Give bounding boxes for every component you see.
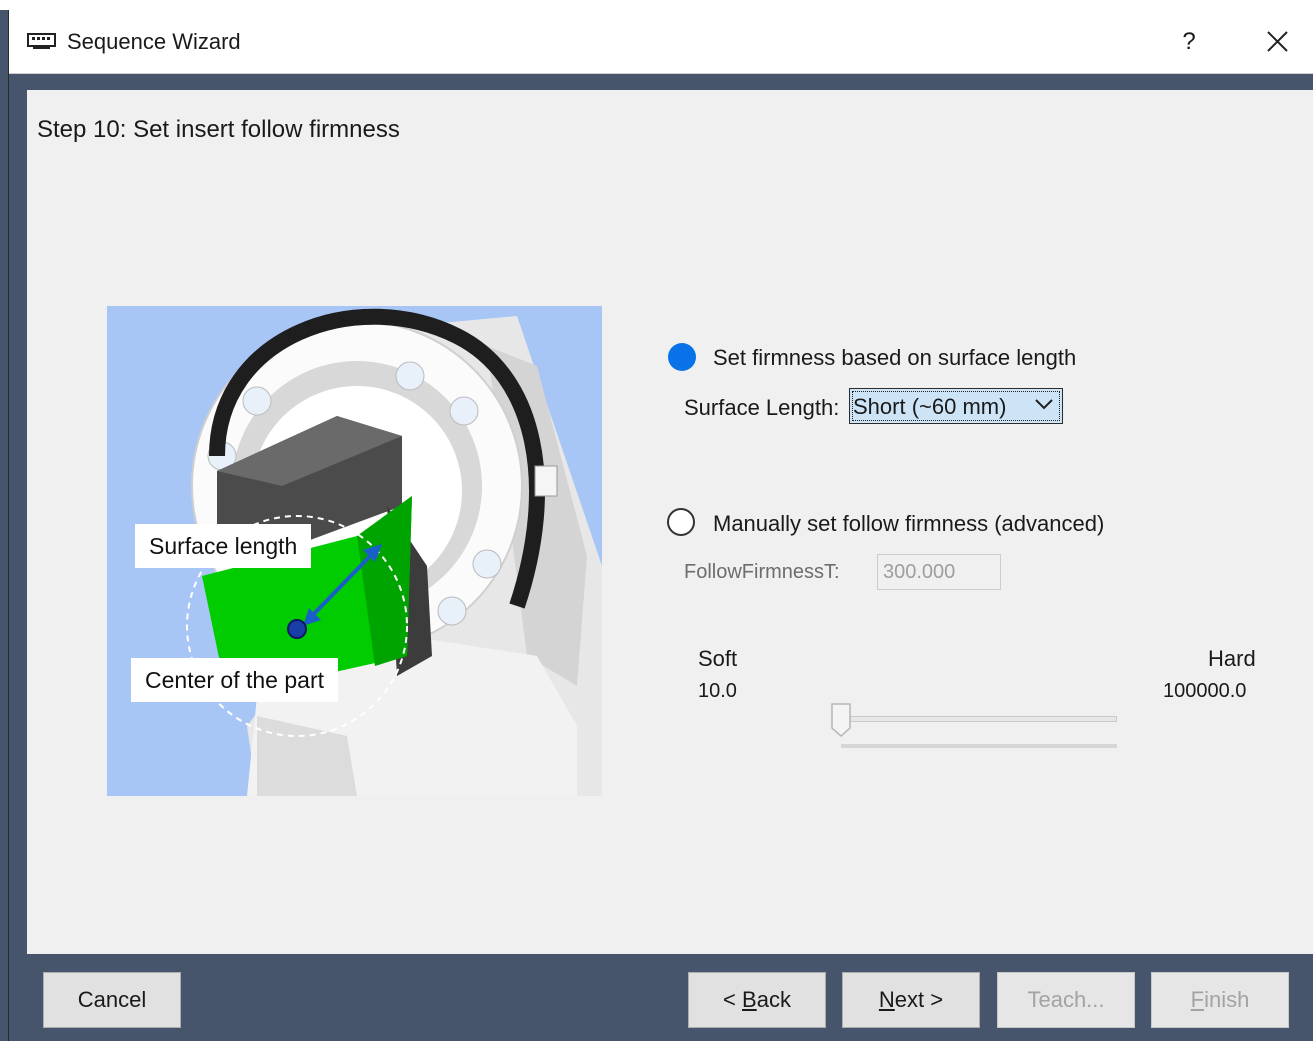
finish-button[interactable]: Finish: [1151, 972, 1289, 1028]
follow-firmness-input[interactable]: 300.000: [877, 554, 1001, 590]
sequence-wizard-dialog: Sequence Wizard ? Step 10: Set insert fo…: [8, 10, 1313, 1041]
hard-value: 100000.0: [1163, 680, 1247, 702]
surface-length-radio-label[interactable]: Set firmness based on surface length: [713, 345, 1076, 371]
back-button[interactable]: < Back: [688, 972, 826, 1028]
manual-firmness-radio[interactable]: [667, 508, 695, 536]
close-icon[interactable]: [1257, 22, 1297, 62]
window-title: Sequence Wizard: [67, 29, 241, 54]
surface-length-radio[interactable]: [668, 343, 696, 371]
finish-mnemonic: F: [1190, 987, 1205, 1012]
robot-illustration: Surface length Center of the part: [107, 306, 602, 796]
back-prefix: <: [723, 987, 743, 1012]
surface-length-callout: Surface length: [135, 524, 312, 568]
surface-length-value: Short (~60 mm): [853, 394, 1007, 419]
manual-firmness-radio-label[interactable]: Manually set follow firmness (advanced): [713, 511, 1104, 537]
cancel-button[interactable]: Cancel: [43, 972, 181, 1028]
firmness-slider-thumb[interactable]: [830, 702, 852, 738]
wizard-app-icon: [27, 33, 56, 49]
step-title: Step 10: Set insert follow firmness: [37, 116, 400, 143]
firmness-slider-track[interactable]: [841, 716, 1117, 722]
chevron-down-icon: [1035, 399, 1053, 410]
finish-rest: inish: [1204, 987, 1250, 1012]
next-button[interactable]: Next >: [842, 972, 980, 1028]
firmness-slider-ticks: [841, 744, 1117, 748]
next-mnemonic: N: [878, 987, 895, 1012]
teach-button[interactable]: Teach...: [997, 972, 1135, 1028]
surface-length-select[interactable]: Short (~60 mm): [849, 388, 1063, 424]
soft-value: 10.0: [698, 680, 737, 702]
surface-length-label: Surface Length:: [684, 395, 840, 420]
wizard-content: Step 10: Set insert follow firmness Surf…: [27, 90, 1313, 954]
back-rest: ack: [756, 987, 791, 1012]
follow-firmness-label: FollowFirmnessT:: [684, 561, 840, 583]
back-mnemonic: B: [742, 987, 757, 1012]
top-strip: [0, 0, 1313, 10]
cancel-label: Cancel: [77, 987, 147, 1012]
hard-label: Hard: [1208, 646, 1256, 671]
next-rest: ext >: [894, 987, 944, 1012]
title-bar: Sequence Wizard ?: [9, 10, 1313, 74]
soft-label: Soft: [698, 646, 738, 671]
help-button[interactable]: ?: [1169, 22, 1209, 62]
center-of-part-callout: Center of the part: [131, 658, 338, 702]
teach-label: Teach...: [1027, 987, 1105, 1012]
